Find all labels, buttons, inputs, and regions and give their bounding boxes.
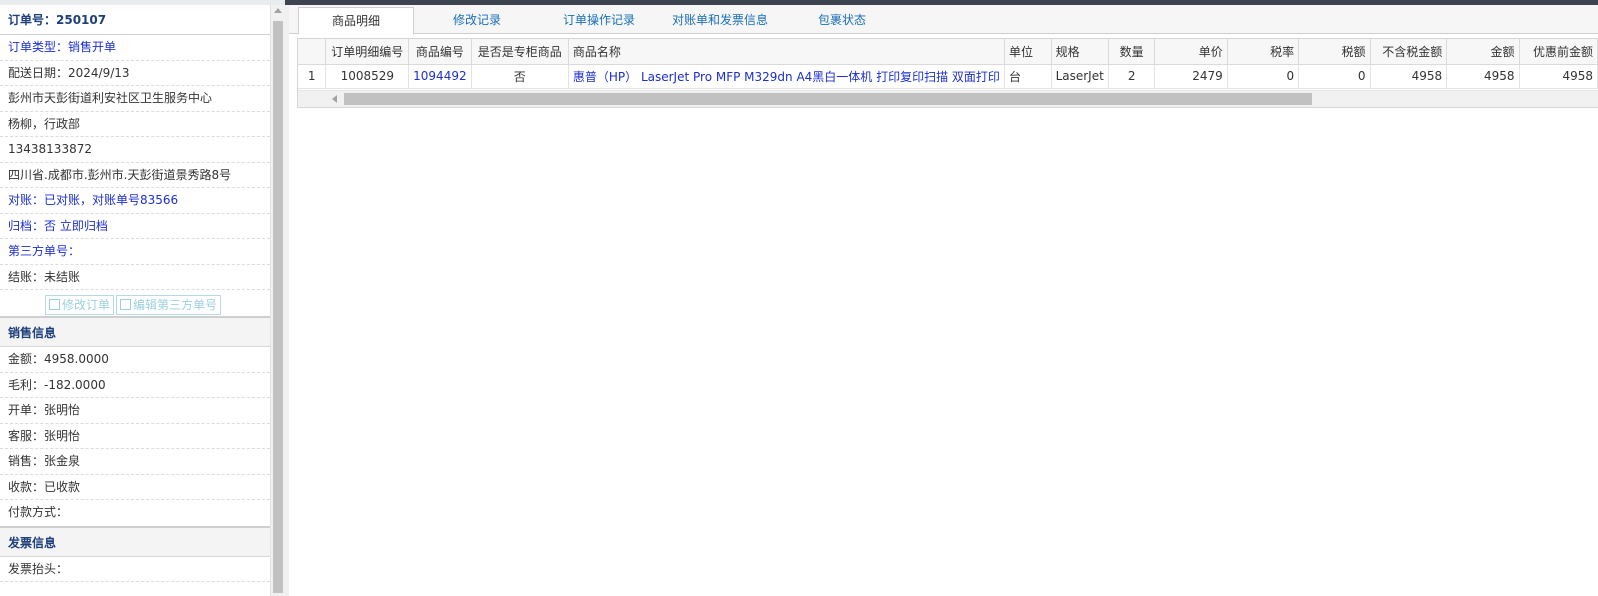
payment-method: 付款方式： [8,505,69,519]
scrollbar-thumb[interactable] [273,21,283,593]
col-header-name[interactable]: 商品名称 [568,39,1005,65]
archive-now-link[interactable]: 立即归档 [60,219,108,233]
col-header-price[interactable]: 单价 [1154,39,1228,65]
order-actions: 修改订单 编辑第三方单号 [0,290,270,316]
scrollbar-thumb[interactable] [344,93,1312,105]
cell-index: 1 [298,64,327,89]
col-header-counter[interactable]: 是否是专柜商品 [471,39,569,65]
order-info-panel: 订单号：250107 订单类型：销售开单 配送日期：2024/9/13 彭州市天… [0,5,285,596]
reconcile-status: 对账：已对账，对账单号83566 [0,188,270,214]
cell-amount: 4958 [1446,64,1520,89]
settlement-status: 结账：未结账 [0,265,270,290]
sales-info-title: 销售信息 [0,316,270,347]
tab-statement-invoice[interactable]: 对账单和发票信息 [667,7,773,34]
cell-net-amount: 4958 [1370,64,1448,89]
col-header-tax[interactable]: 税额 [1298,39,1371,65]
third-party-number: 第三方单号： [0,239,270,265]
scroll-left-icon[interactable] [332,95,337,103]
col-header-net-amount[interactable]: 不含税金额 [1370,39,1448,65]
payment-status: 收款：已收款 [0,475,270,500]
edit-order-button[interactable]: 修改订单 [45,295,115,315]
gross-profit: 毛利：-182.0000 [0,373,270,398]
col-header-amount[interactable]: 金额 [1446,39,1520,65]
tab-product-details[interactable]: 商品明细 [298,7,414,35]
contact-phone: 13438133872 [0,137,270,163]
edit-icon [49,299,60,310]
cell-detail-no: 1008529 [325,64,410,89]
cell-price: 2479 [1154,64,1228,89]
delivery-date: 配送日期：2024/9/13 [0,61,270,86]
order-type: 订单类型：销售开单 [0,35,270,61]
cell-spec: LaserJet [1051,64,1109,89]
customer-service: 客服：张明怡 [0,424,270,449]
order-type-value: 销售开单 [68,40,117,54]
cell-qty: 2 [1108,64,1156,89]
delivery-address: 四川省.成都市.彭州市.天彭街道景秀路8号 [0,163,270,188]
archive-value: 否 [44,218,57,233]
col-header-qty[interactable]: 数量 [1108,39,1156,65]
archive-label: 归档： [8,218,45,233]
edit-third-party-button[interactable]: 编辑第三方单号 [116,295,222,315]
product-detail-grid: 订单明细编号 商品编号 是否是专柜商品 商品名称 单位 规格 数量 单价 税率 … [297,38,1598,108]
col-header-spec[interactable]: 规格 [1051,39,1109,65]
customer-name: 彭州市天彭街道利安社区卫生服务中心 [0,86,270,112]
col-header-product-no[interactable]: 商品编号 [408,39,472,65]
archive-status: 归档：否 立即归档 [0,214,270,239]
order-type-label: 订单类型： [8,40,69,54]
table-row[interactable]: 1 1008529 1094492 否 惠普（HP） LaserJet Pro … [298,64,1598,89]
salesperson: 销售：张金泉 [0,449,270,475]
order-number: 订单号：250107 [0,5,270,35]
edit-third-party-label: 编辑第三方单号 [133,298,218,312]
col-header-unit[interactable]: 单位 [1004,39,1052,65]
grid-horizontal-scrollbar[interactable] [298,90,1598,107]
tab-edit-history[interactable]: 修改记录 [429,7,525,34]
sales-amount: 金额：4958.0000 [0,347,270,373]
col-header-tax-rate[interactable]: 税率 [1227,39,1300,65]
cell-counter: 否 [471,64,569,89]
order-opener: 开单：张明怡 [0,398,270,424]
left-vertical-scrollbar[interactable] [270,5,285,596]
table-header-row: 订单明细编号 商品编号 是否是专柜商品 商品名称 单位 规格 数量 单价 税率 … [298,39,1598,65]
col-header-index [298,39,327,65]
tab-operation-log[interactable]: 订单操作记录 [547,7,651,34]
scroll-up-icon[interactable] [274,8,282,13]
col-header-detail-no[interactable]: 订单明细编号 [325,39,410,65]
cell-unit: 台 [1004,64,1052,89]
tab-package-status[interactable]: 包裹状态 [799,7,885,34]
invoice-header: 发票抬头： [0,557,270,582]
cell-product-name-link[interactable]: 惠普（HP） LaserJet Pro MFP M329dn A4黑白一体机 打… [568,64,1005,89]
invoice-info-title: 发票信息 [0,525,270,557]
cell-tax: 0 [1298,64,1371,89]
contact-person: 杨柳，行政部 [0,112,270,137]
cell-product-no-link[interactable]: 1094492 [408,64,472,89]
edit-icon [120,299,132,310]
detail-panel: 商品明细 修改记录 订单操作记录 对账单和发票信息 包裹状态 订单明细编号 商品… [289,5,1598,596]
col-header-pre-discount[interactable]: 优惠前金额 [1519,39,1598,65]
tab-bar: 商品明细 修改记录 订单操作记录 对账单和发票信息 包裹状态 [289,5,1598,35]
edit-order-label: 修改订单 [62,298,111,312]
cell-pre-discount: 4958 [1519,64,1598,89]
cell-tax-rate: 0 [1227,64,1300,89]
